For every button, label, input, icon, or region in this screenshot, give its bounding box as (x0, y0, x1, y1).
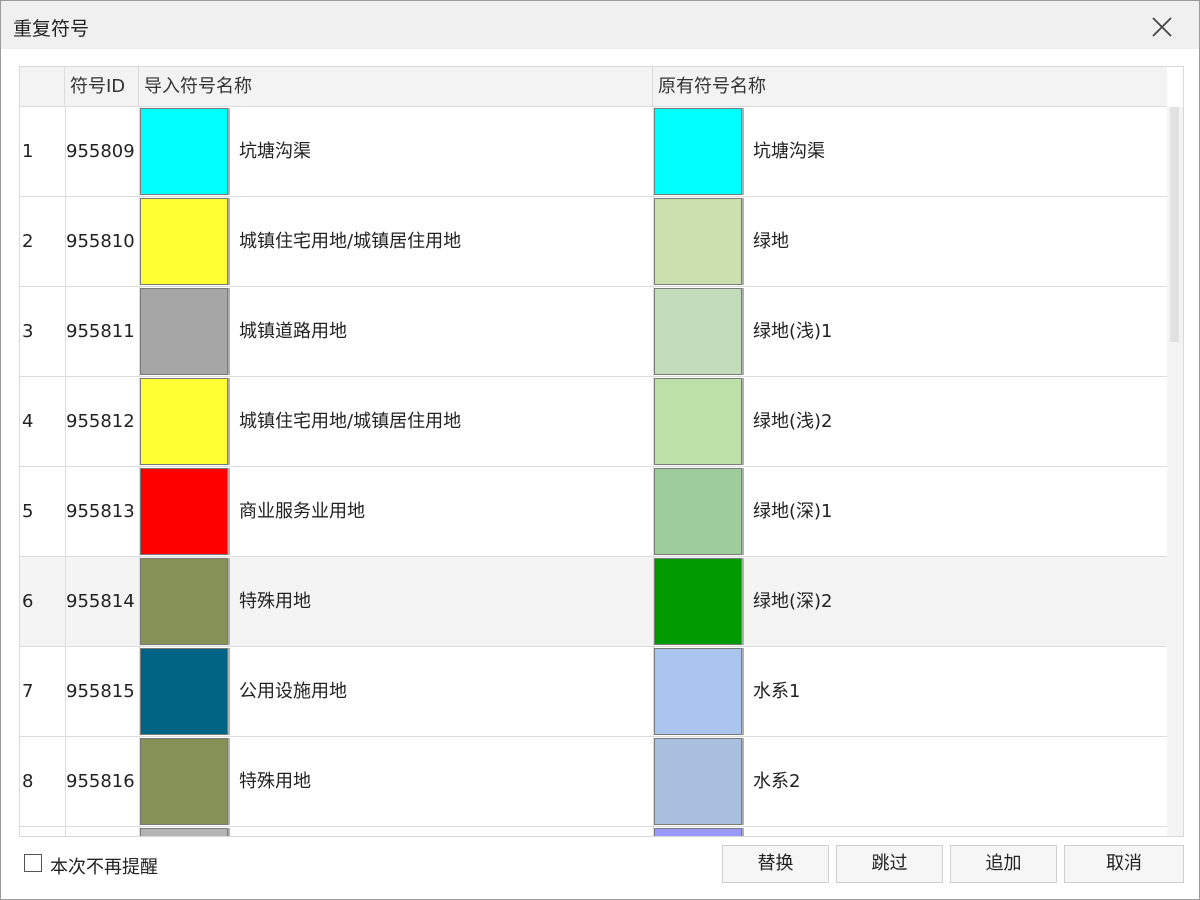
dialog-title: 重复符号 (13, 18, 90, 40)
import-symbol-name: 特殊用地 (239, 591, 311, 612)
table-row[interactable]: 7 955815 公用设施用地 水系1 (20, 647, 1167, 737)
original-symbol-swatch[interactable] (654, 378, 742, 465)
import-symbol-swatch[interactable] (140, 828, 228, 836)
original-symbol-swatch[interactable] (654, 198, 742, 285)
import-symbol-name: 商业服务业用地 (239, 501, 365, 522)
original-symbol-name: 水系2 (753, 771, 801, 792)
title-bar: 重复符号 (1, 1, 1199, 49)
import-symbol-swatch[interactable] (140, 288, 228, 375)
symbol-id: 955816 (66, 771, 135, 792)
header-import-name[interactable]: 导入符号名称 (139, 67, 653, 106)
append-button[interactable]: 追加 (950, 845, 1057, 883)
row-index: 4 (22, 411, 34, 432)
import-symbol-name: 城镇住宅用地/城镇居住用地 (239, 411, 462, 432)
symbol-id: 955811 (66, 321, 135, 342)
import-symbol-swatch[interactable] (140, 738, 228, 825)
table-row[interactable]: 5 955813 商业服务业用地 绿地(深)1 (20, 467, 1167, 557)
import-symbol-swatch[interactable] (140, 648, 228, 735)
symbol-id: 955815 (66, 681, 135, 702)
column-divider (65, 827, 66, 836)
row-index: 5 (22, 501, 34, 522)
import-symbol-name: 公用设施用地 (239, 681, 347, 702)
row-index: 2 (22, 231, 34, 252)
original-symbol-name: 绿地 (753, 231, 789, 252)
original-symbol-name: 坑塘沟渠 (753, 141, 825, 162)
table-row[interactable] (20, 827, 1167, 836)
table-row[interactable]: 8 955816 特殊用地 水系2 (20, 737, 1167, 827)
symbol-id: 955812 (66, 411, 135, 432)
vertical-scrollbar[interactable] (1167, 107, 1183, 836)
skip-button[interactable]: 跳过 (836, 845, 943, 883)
table-header: 符号ID 导入符号名称 原有符号名称 (20, 67, 1167, 107)
original-symbol-name: 绿地(深)2 (753, 591, 833, 612)
symbol-id: 955810 (66, 231, 135, 252)
symbol-id: 955809 (66, 141, 135, 162)
table-row[interactable]: 4 955812 城镇住宅用地/城镇居住用地 绿地(浅)2 (20, 377, 1167, 467)
original-symbol-name: 绿地(浅)2 (753, 411, 833, 432)
close-icon (1152, 17, 1172, 37)
symbol-id: 955814 (66, 591, 135, 612)
import-symbol-swatch[interactable] (140, 468, 228, 555)
table-row[interactable]: 3 955811 城镇道路用地 绿地(浅)1 (20, 287, 1167, 377)
header-symbol-id[interactable]: 符号ID (65, 67, 139, 106)
table-row[interactable]: 1 955809 坑塘沟渠 坑塘沟渠 (20, 107, 1167, 197)
table-body: 1 955809 坑塘沟渠 坑塘沟渠 2 955810 城镇住宅用地/城镇居住用地 绿地 3 95… (20, 107, 1167, 836)
original-symbol-name: 绿地(浅)1 (753, 321, 833, 342)
original-symbol-swatch[interactable] (654, 468, 742, 555)
row-index: 7 (22, 681, 34, 702)
import-symbol-name: 特殊用地 (239, 771, 311, 792)
original-symbol-swatch[interactable] (654, 108, 742, 195)
import-symbol-name: 坑塘沟渠 (239, 141, 311, 162)
symbol-id: 955813 (66, 501, 135, 522)
original-symbol-swatch[interactable] (654, 828, 742, 836)
import-symbol-swatch[interactable] (140, 378, 228, 465)
symbol-table: 符号ID 导入符号名称 原有符号名称 1 955809 坑塘沟渠 坑塘沟渠 2 95581… (19, 66, 1184, 837)
original-symbol-swatch[interactable] (654, 648, 742, 735)
header-index[interactable] (20, 67, 65, 106)
original-symbol-swatch[interactable] (654, 738, 742, 825)
import-symbol-name: 城镇住宅用地/城镇居住用地 (239, 231, 462, 252)
original-symbol-name: 水系1 (753, 681, 801, 702)
header-original-name[interactable]: 原有符号名称 (653, 67, 1167, 106)
replace-button[interactable]: 替换 (722, 845, 829, 883)
table-row[interactable]: 2 955810 城镇住宅用地/城镇居住用地 绿地 (20, 197, 1167, 287)
row-index: 8 (22, 771, 34, 792)
table-row[interactable]: 6 955814 特殊用地 绿地(深)2 (20, 557, 1167, 647)
import-symbol-name: 城镇道路用地 (239, 321, 347, 342)
checkbox-box[interactable] (24, 854, 42, 872)
import-symbol-swatch[interactable] (140, 198, 228, 285)
import-symbol-swatch[interactable] (140, 558, 228, 645)
original-symbol-swatch[interactable] (654, 288, 742, 375)
row-index: 6 (22, 591, 34, 612)
import-symbol-swatch[interactable] (140, 108, 228, 195)
checkbox-label: 本次不再提醒 (50, 857, 158, 878)
original-symbol-swatch[interactable] (654, 558, 742, 645)
original-symbol-name: 绿地(深)1 (753, 501, 833, 522)
scrollbar-thumb[interactable] (1170, 107, 1179, 342)
close-button[interactable] (1146, 11, 1178, 43)
row-index: 1 (22, 141, 34, 162)
duplicate-symbol-dialog: 重复符号 符号ID 导入符号名称 原有符号名称 1 955809 坑塘沟渠 坑塘沟渠 2… (0, 0, 1200, 900)
cancel-button[interactable]: 取消 (1064, 845, 1184, 883)
row-index: 3 (22, 321, 34, 342)
